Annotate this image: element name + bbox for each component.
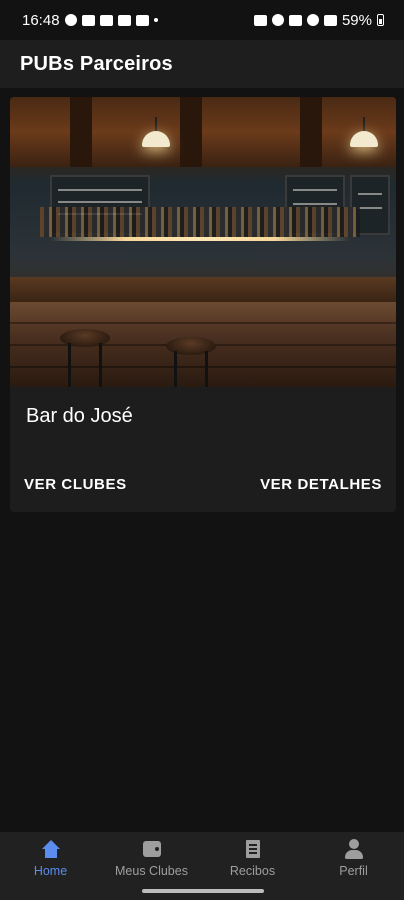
alarm-icon xyxy=(271,14,284,26)
image-pendant-lamp xyxy=(142,117,170,147)
view-clubs-button[interactable]: VER CLUBES xyxy=(24,476,127,493)
image-bottles xyxy=(40,207,360,237)
wifi-icon xyxy=(306,14,319,26)
nav-label-profile: Perfil xyxy=(339,864,368,878)
nav-item-home[interactable]: Home xyxy=(0,832,101,900)
gesture-handle[interactable] xyxy=(142,889,264,893)
image-pendant-lamp xyxy=(350,117,378,147)
image-stool xyxy=(166,337,216,387)
status-bar: 16:48 59% xyxy=(0,0,404,40)
status-time: 16:48 xyxy=(22,11,60,29)
image-stool xyxy=(60,329,110,387)
wallet-icon xyxy=(141,838,163,860)
signal-icon xyxy=(323,14,337,26)
app-bar: PUBs Parceiros xyxy=(0,40,404,88)
nav-label-my-clubs: Meus Clubes xyxy=(115,864,188,878)
chat-notification-icon xyxy=(64,14,77,26)
image-beam xyxy=(70,97,92,167)
image-shelf-lights xyxy=(50,237,350,241)
lock-icon xyxy=(253,14,267,26)
pub-name: Bar do José xyxy=(26,405,133,427)
person-icon xyxy=(343,838,365,860)
nav-item-profile[interactable]: Perfil xyxy=(303,832,404,900)
pub-image xyxy=(10,97,396,387)
app-notification-icon-2 xyxy=(135,14,149,26)
image-counter xyxy=(10,277,396,302)
home-icon xyxy=(40,838,62,860)
card-actions: VER CLUBES VER DETALHES xyxy=(10,467,396,501)
nav-label-receipts: Recibos xyxy=(229,864,276,878)
status-right: 59% xyxy=(253,11,384,29)
vk-notification-icon xyxy=(117,14,131,26)
status-left: 16:48 xyxy=(22,12,158,29)
view-details-button[interactable]: VER DETALHES xyxy=(260,476,382,493)
nav-label-home: Home xyxy=(33,864,68,878)
image-beam xyxy=(300,97,322,167)
pub-card[interactable]: Bar do José VER CLUBES VER DETALHES xyxy=(10,97,396,512)
battery-icon xyxy=(377,14,384,26)
image-ceiling xyxy=(10,97,396,167)
page-title: PUBs Parceiros xyxy=(20,52,173,75)
more-notifications-icon xyxy=(153,18,158,22)
app-notification-icon xyxy=(99,14,113,26)
receipt-icon xyxy=(242,838,264,860)
mail-notification-icon xyxy=(81,14,95,26)
mute-icon xyxy=(288,14,302,26)
image-beam xyxy=(180,97,202,167)
battery-percent: 59% xyxy=(341,11,372,29)
